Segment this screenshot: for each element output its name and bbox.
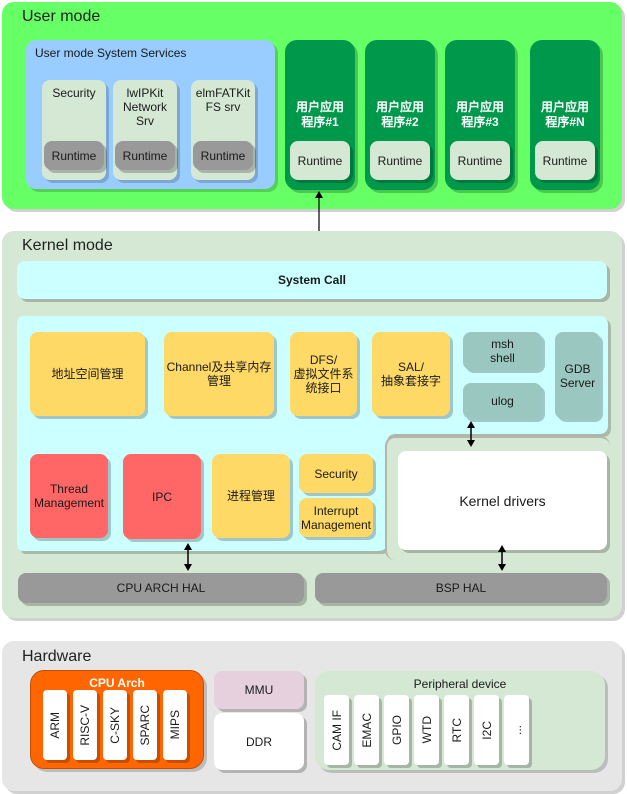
runtime-box-label: Runtime	[51, 148, 97, 163]
msh-shell-label: msh shell	[490, 337, 515, 365]
cpu-arch-item: ARM	[43, 690, 67, 760]
kernel-module-thread-management-label: Thread Management	[33, 482, 105, 510]
app-name: 用户应用 程序#2	[375, 100, 424, 129]
app-runtime-box: Runtime	[290, 141, 350, 180]
peripheral-item: WTD	[414, 695, 439, 765]
runtime-box-label: Runtime	[122, 148, 168, 163]
peripheral-item-label: EMAC	[359, 712, 374, 748]
kernel-module-channel-shm-label: Channel及共享内存 管理	[166, 360, 272, 388]
peripheral-item: ...	[504, 695, 529, 765]
bsp-hal-label: BSP HAL	[435, 581, 487, 595]
cpu-arch-hal-bar: CPU ARCH HAL	[18, 573, 304, 603]
cpu-arch-hal-label: CPU ARCH HAL	[116, 581, 206, 595]
cpu-arch-item: SPARC	[133, 690, 157, 760]
peripheral-item: I2C	[474, 695, 499, 765]
kernel-drivers-label: Kernel drivers	[459, 492, 546, 509]
cpu-arch-item: MIPS	[163, 690, 187, 760]
peripheral-item: CAM IF	[324, 695, 349, 765]
peripheral-item: RTC	[444, 695, 469, 765]
interrupt-management-box: Interrupt Management	[299, 498, 373, 537]
peripheral-item-label: ...	[509, 724, 524, 735]
kernel-module-dfs-label: DFS/ 虚拟文件系 统接口	[293, 353, 354, 395]
runtime-box: Runtime	[193, 141, 253, 170]
peripheral-item: EMAC	[354, 695, 379, 765]
mmu-label: MMU	[244, 683, 274, 697]
gdb-server-label: GDB Server	[559, 361, 596, 390]
ddr-label: DDR	[246, 734, 272, 749]
app-name: 用户应用 程序#1	[295, 100, 344, 129]
peripheral-item-label: WTD	[419, 716, 434, 744]
app-runtime-box: Runtime	[535, 141, 595, 180]
peripheral-title: Peripheral device	[413, 677, 507, 691]
peripheral-item-label: I2C	[479, 720, 494, 740]
app-runtime-box-label: Runtime	[457, 153, 503, 168]
app-name: 用户应用 程序#N	[540, 100, 589, 129]
service-name: lwIPKit Network Srv	[122, 86, 167, 128]
peripheral-item-label: RTC	[449, 717, 464, 743]
cpu-arch-item: RISC-V	[73, 690, 97, 760]
runtime-box: Runtime	[44, 141, 104, 170]
kernel-module-dfs: DFS/ 虚拟文件系 统接口	[290, 332, 357, 416]
cpu-arch-item-label: MIPS	[168, 710, 182, 740]
kernel-module-ipc-label: IPC	[151, 489, 172, 504]
ulog-drivers-arrow	[465, 421, 477, 447]
bsp-hal-bar: BSP HAL	[315, 573, 607, 603]
kernel-module-sal-label: SAL/ 抽象套接字	[380, 360, 441, 388]
user-system-services-title: User mode System Services	[35, 46, 187, 60]
runtime-box: Runtime	[115, 141, 175, 170]
drivers-bsphal-arrow	[496, 545, 508, 571]
kernel-module-channel-shm: Channel及共享内存 管理	[164, 332, 274, 416]
kernel-module-address-space-label: 地址空间管理	[51, 367, 124, 381]
app-runtime-box-label: Runtime	[297, 153, 343, 168]
cpu-arch-item-label: C-SKY	[108, 706, 122, 744]
kernel-module-address-space: 地址空间管理	[30, 332, 145, 416]
kernel-drivers-box: Kernel drivers	[398, 451, 607, 550]
app-runtime-box-label: Runtime	[542, 153, 588, 168]
cpu-arch-item-label: ARM	[48, 711, 62, 739]
system-call-bar: System Call	[17, 261, 607, 299]
interrupt-management-label: Interrupt Management	[300, 503, 372, 532]
security-box: Security	[299, 454, 373, 493]
kernel-mode-title: Kernel mode	[22, 237, 113, 254]
kernel-module-ipc: IPC	[123, 454, 201, 539]
gdb-server-box: GDB Server	[555, 332, 600, 419]
peripheral-item-label: GPIO	[389, 714, 404, 745]
ulog-label: ulog	[491, 394, 514, 408]
kernel-module-process-management-label: 进程管理	[226, 489, 275, 503]
app-runtime-box: Runtime	[370, 141, 430, 180]
core-cpuhal-arrow	[182, 543, 194, 571]
cpu-arch-item-label: SPARC	[138, 704, 152, 746]
hardware-title: Hardware	[22, 648, 92, 665]
cpu-arch-title: CPU Arch	[89, 676, 145, 690]
runtime-box-label: Runtime	[200, 148, 246, 163]
user-mode-title: User mode	[22, 8, 101, 25]
system-call-label: System Call	[277, 273, 347, 287]
app-runtime-box-label: Runtime	[377, 153, 423, 168]
security-label: Security	[314, 466, 358, 481]
app-name: 用户应用 程序#3	[455, 100, 504, 129]
kernel-module-process-management: 进程管理	[212, 454, 290, 538]
mmu-box: MMU	[214, 671, 304, 709]
ulog-box: ulog	[463, 383, 542, 419]
cpu-arch-item-label: RISC-V	[78, 704, 92, 746]
kernel-module-sal: SAL/ 抽象套接字	[372, 332, 450, 416]
kernel-module-thread-management: Thread Management	[30, 454, 108, 538]
msh-shell-box: msh shell	[463, 332, 542, 370]
service-name: Security	[52, 86, 96, 100]
cpu-arch-item: C-SKY	[103, 690, 127, 760]
peripheral-item-label: CAM IF	[329, 709, 344, 751]
service-name: elmFATKit FS srv	[195, 86, 251, 114]
ddr-box: DDR	[214, 713, 304, 770]
peripheral-item: GPIO	[384, 695, 409, 765]
app-runtime-box: Runtime	[450, 141, 510, 180]
